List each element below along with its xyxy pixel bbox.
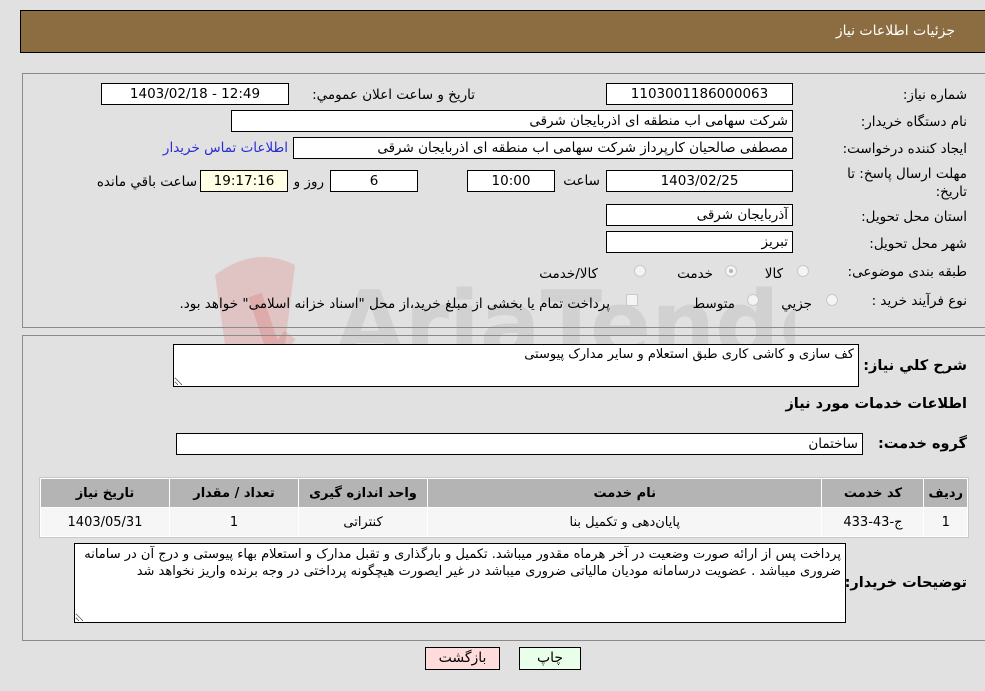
purchase-type-label: نوع فرآیند خرید : bbox=[871, 293, 967, 309]
page-header: جزئیات اطلاعات نیاز bbox=[20, 10, 985, 53]
deadline-label: مهلت ارسال پاسخ: تا تاریخ: bbox=[847, 166, 967, 200]
treasury-checkbox[interactable] bbox=[626, 294, 638, 306]
service-group-label: گروه خدمت: bbox=[877, 436, 967, 452]
days-label: روز و bbox=[293, 174, 324, 190]
col-row-number: ردیف bbox=[924, 479, 967, 507]
cell-quantity: 1 bbox=[170, 508, 298, 536]
back-button[interactable]: بازگشت bbox=[425, 647, 500, 670]
cell-row-number: 1 bbox=[924, 508, 967, 536]
table-header-row: ردیف کد خدمت نام خدمت واحد اندازه گیری ت… bbox=[41, 479, 967, 507]
category-option-goods: کالا bbox=[764, 266, 783, 282]
announce-datetime-label: تاریخ و ساعت اعلان عمومي: bbox=[312, 87, 475, 103]
city-label: شهر محل تحویل: bbox=[869, 236, 967, 252]
buyer-notes-textarea[interactable]: پرداخت پس از ارائه صورت وضعیت در آخر هرم… bbox=[74, 543, 846, 623]
purchase-type-option-medium: متوسط bbox=[692, 296, 735, 312]
deadline-time-field: 10:00 bbox=[467, 170, 555, 192]
buyer-org-field: شرکت سهامی اب منطقه ای اذربایجان شرقی bbox=[231, 110, 793, 132]
category-radio-service[interactable] bbox=[725, 265, 737, 277]
category-option-service: خدمت bbox=[677, 266, 713, 282]
remaining-time-label: ساعت باقي مانده bbox=[96, 174, 197, 190]
col-service-name: نام خدمت bbox=[428, 479, 822, 507]
services-section-title: اطلاعات خدمات مورد نیاز bbox=[785, 396, 967, 412]
col-unit: واحد اندازه گیری bbox=[299, 479, 427, 507]
announce-datetime-field: 1403/02/18 - 12:49 bbox=[101, 83, 289, 105]
requester-field: مصطفی صالحیان کارپرداز شرکت سهامی اب منط… bbox=[293, 137, 793, 159]
city-field: تبریز bbox=[606, 231, 793, 253]
category-label: طبقه بندی موضوعی: bbox=[847, 264, 967, 280]
description-label: شرح کلي نياز: bbox=[863, 358, 967, 374]
cell-need-date: 1403/05/31 bbox=[41, 508, 169, 536]
table-row: 1 ج-43-433 پایان‌دهی و تکمیل بنا کنتراتی… bbox=[41, 508, 967, 536]
page-title: جزئیات اطلاعات نیاز bbox=[835, 23, 955, 39]
deadline-date-field: 1403/02/25 bbox=[606, 170, 793, 192]
cell-service-code: ج-43-433 bbox=[822, 508, 924, 536]
province-label: استان محل تحویل: bbox=[861, 209, 967, 225]
print-button[interactable]: چاپ bbox=[519, 647, 581, 670]
purchase-type-radio-medium[interactable] bbox=[747, 294, 759, 306]
need-number-label: شماره نیاز: bbox=[902, 87, 967, 103]
purchase-type-radio-minor[interactable] bbox=[826, 294, 838, 306]
purchase-type-option-minor: جزيي bbox=[781, 296, 812, 312]
buyer-notes-label: توضیحات خریدار: bbox=[844, 575, 967, 591]
treasury-note: پرداخت تمام یا بخشی از مبلغ خرید،از محل … bbox=[179, 296, 610, 312]
buyer-contact-link[interactable]: اطلاعات تماس خریدار bbox=[163, 140, 288, 156]
services-table: ردیف کد خدمت نام خدمت واحد اندازه گیری ت… bbox=[39, 477, 969, 538]
need-number-field: 1103001186000063 bbox=[606, 83, 793, 105]
col-quantity: تعداد / مقدار bbox=[170, 479, 298, 507]
remaining-time-field: 19:17:16 bbox=[200, 170, 288, 192]
category-radio-goods[interactable] bbox=[797, 265, 809, 277]
category-option-goods-service: کالا/خدمت bbox=[539, 266, 598, 282]
service-group-field: ساختمان bbox=[176, 433, 863, 455]
cell-unit: کنتراتی bbox=[299, 508, 427, 536]
province-field: آذربایجان شرقی bbox=[606, 204, 793, 226]
cell-service-name: پایان‌دهی و تکمیل بنا bbox=[428, 508, 822, 536]
buyer-org-label: نام دستگاه خریدار: bbox=[860, 114, 967, 130]
col-service-code: کد خدمت bbox=[822, 479, 924, 507]
deadline-time-label: ساعت bbox=[563, 173, 600, 189]
remaining-days-field: 6 bbox=[330, 170, 418, 192]
category-radio-goods-service[interactable] bbox=[634, 265, 646, 277]
description-textarea[interactable]: کف سازی و کاشی کاری طبق استعلام و سایر م… bbox=[173, 344, 859, 387]
requester-label: ایجاد کننده درخواست: bbox=[842, 141, 967, 157]
col-need-date: تاریخ نیاز bbox=[41, 479, 169, 507]
